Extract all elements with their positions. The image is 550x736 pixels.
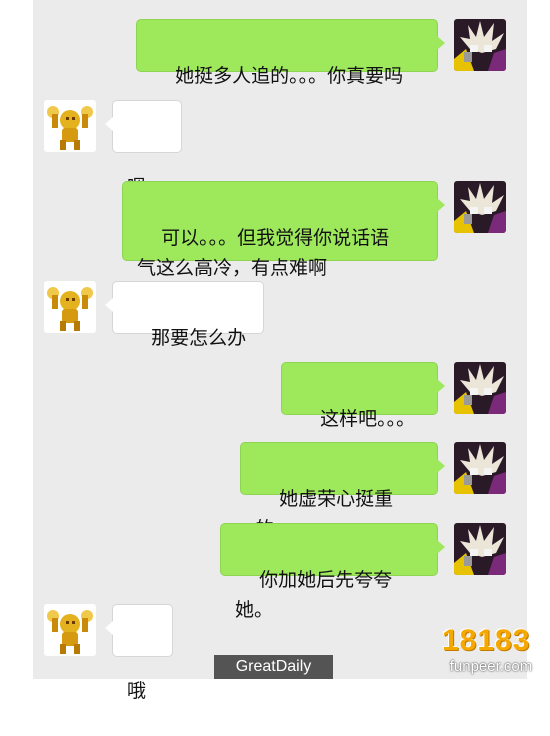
watermark-label: GreatDaily xyxy=(214,655,333,679)
my-avatar[interactable] xyxy=(454,181,506,233)
message-bubble-sent[interactable]: 可以。。。但我觉得你说话语 气这么高冷，有点难啊 xyxy=(122,181,445,279)
watermark-logo-number: 18183 xyxy=(442,624,531,657)
dark-character-icon xyxy=(454,523,506,575)
golden-robot-icon xyxy=(44,604,96,656)
golden-robot-icon xyxy=(44,281,96,333)
message-bubble-received[interactable]: 嗯 xyxy=(105,100,182,198)
friend-avatar[interactable] xyxy=(44,100,96,152)
message-bubble-sent[interactable]: 她虚荣心挺重的。 xyxy=(240,442,445,540)
message-text: 这样吧。。。 xyxy=(320,408,416,430)
message-text: 她挺多人追的。。。你真要吗 xyxy=(175,65,404,87)
message-bubble-sent[interactable]: 她挺多人追的。。。你真要吗 xyxy=(136,19,445,87)
dark-character-icon xyxy=(454,362,506,414)
my-avatar[interactable] xyxy=(454,442,506,494)
dark-character-icon xyxy=(454,442,506,494)
message-bubble-received[interactable]: 哦 xyxy=(105,604,173,702)
message-bubble-received[interactable]: 那要怎么办 xyxy=(105,281,264,349)
dark-character-icon xyxy=(454,19,506,71)
message-text: 那要怎么办 xyxy=(151,327,247,349)
my-avatar[interactable] xyxy=(454,523,506,575)
watermark-logo-site: funpeer.com xyxy=(449,658,533,675)
friend-avatar[interactable] xyxy=(44,604,96,656)
message-text: 哦 xyxy=(127,680,147,702)
my-avatar[interactable] xyxy=(454,362,506,414)
dark-character-icon xyxy=(454,181,506,233)
watermark-logo: 18183 funpeer.com xyxy=(436,610,546,679)
friend-avatar[interactable] xyxy=(44,281,96,333)
message-bubble-sent[interactable]: 你加她后先夸夸她。 xyxy=(220,523,445,621)
golden-robot-icon xyxy=(44,100,96,152)
my-avatar[interactable] xyxy=(454,19,506,71)
message-bubble-sent[interactable]: 这样吧。。。 xyxy=(281,362,445,430)
screenshot: 她挺多人追的。。。你真要吗 嗯 xyxy=(0,0,550,702)
